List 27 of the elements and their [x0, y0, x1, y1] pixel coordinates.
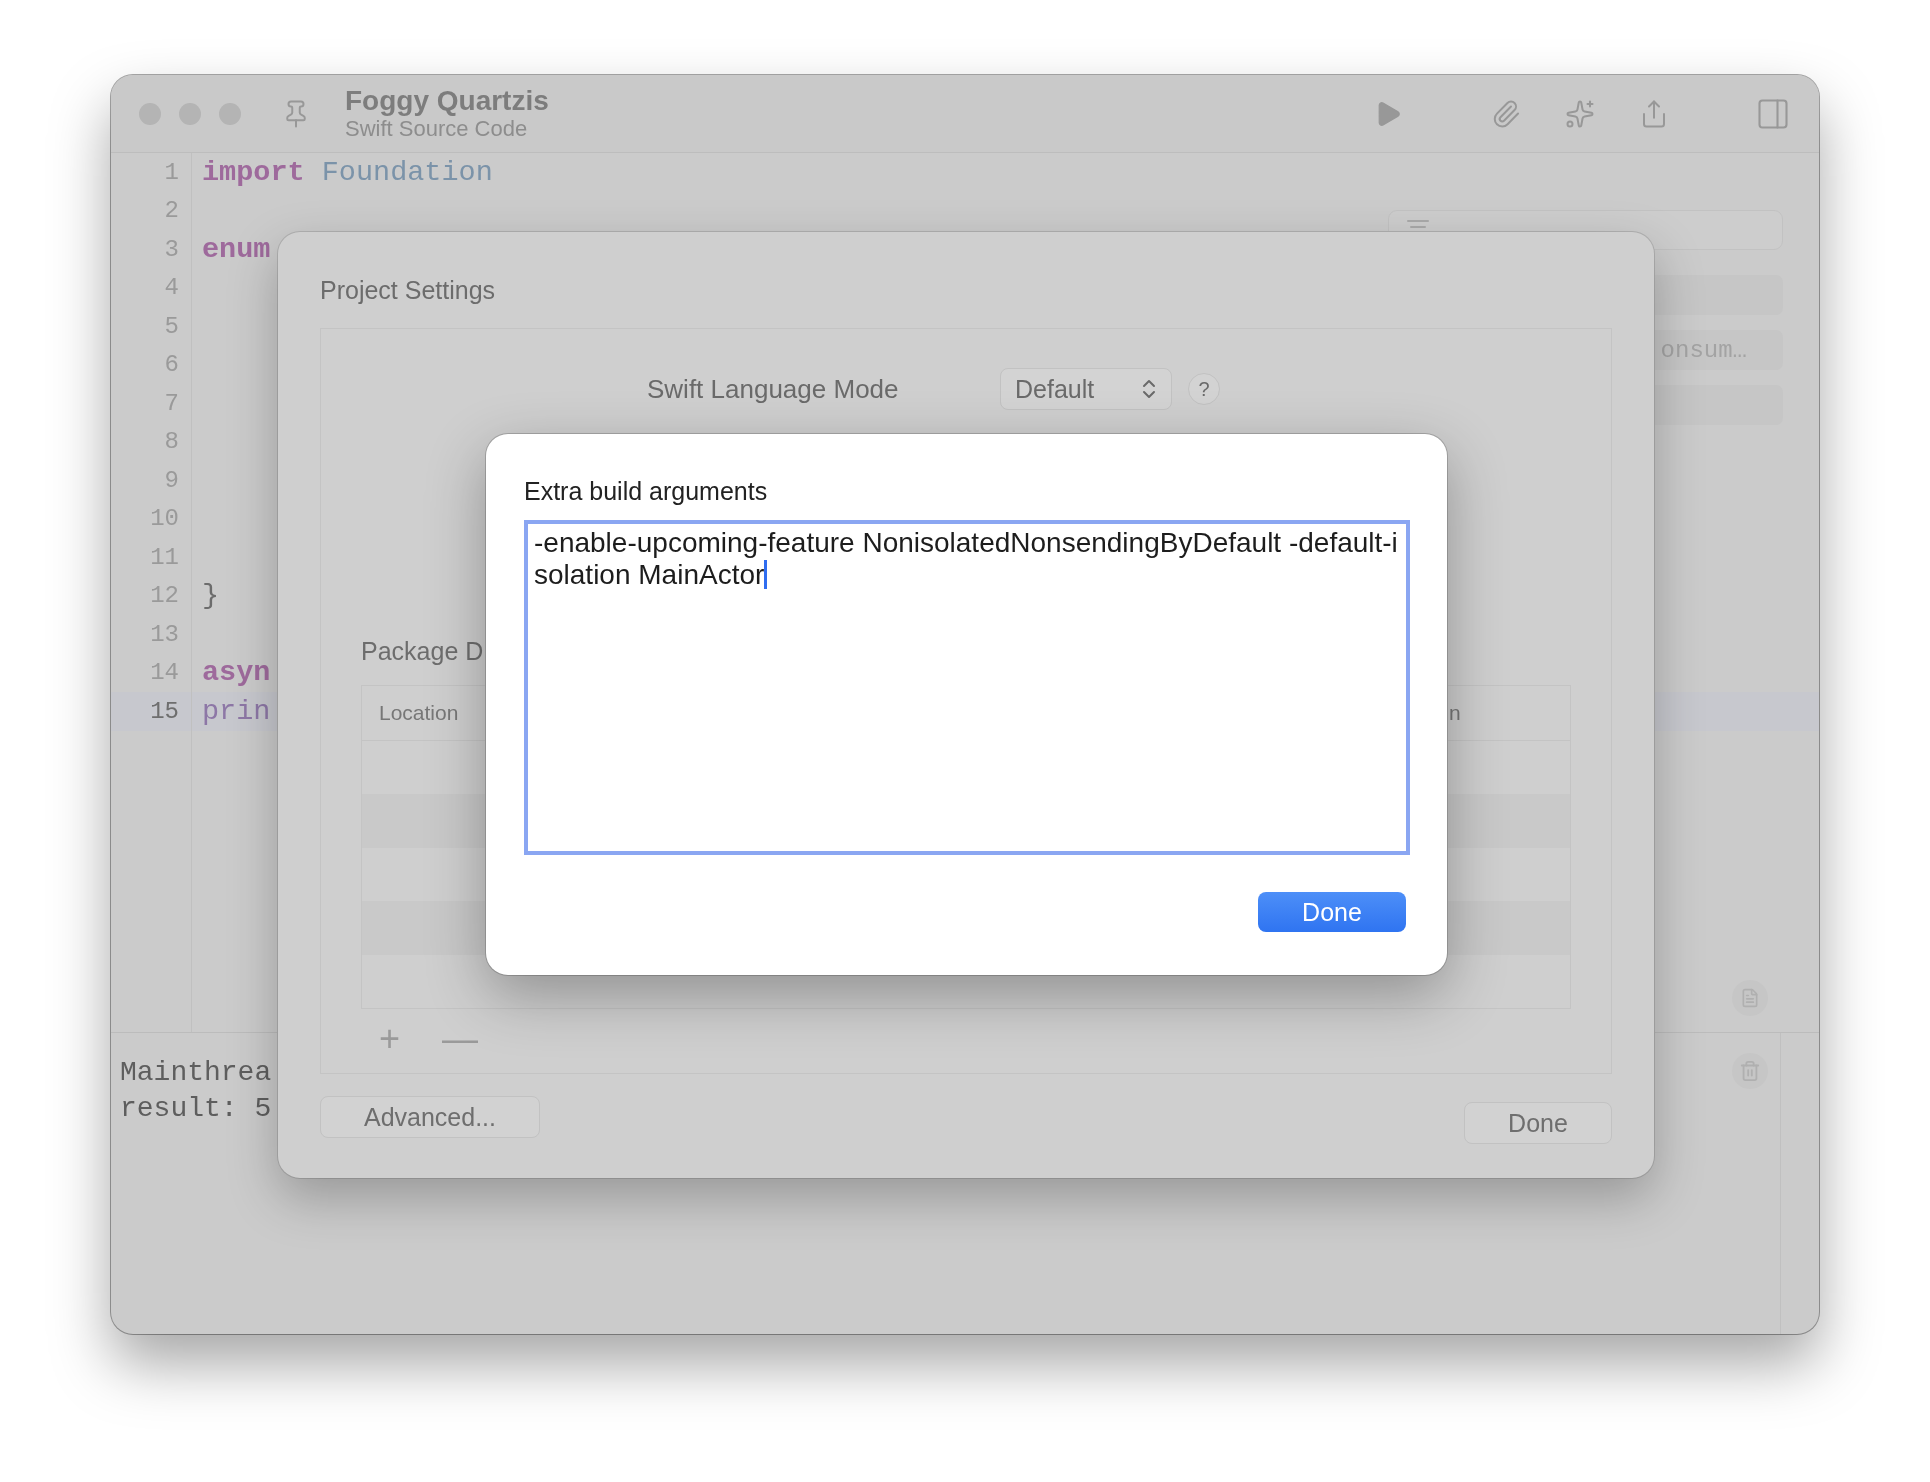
document-icon[interactable] — [1732, 980, 1768, 1016]
code-line: asyn — [202, 656, 271, 690]
arguments-field[interactable]: -enable-upcoming-feature NonisolatedNonsendingByDefault -default-isolation MainActor — [524, 520, 1410, 855]
paperclip-icon[interactable] — [1491, 98, 1521, 129]
console-line: result: 5 — [120, 1092, 272, 1126]
mode-popup[interactable]: Default — [1000, 368, 1172, 410]
column-header: n — [1449, 701, 1462, 725]
window-title: Foggy Quartzis — [345, 85, 549, 116]
help-button[interactable]: ? — [1188, 373, 1220, 405]
column-header: Location — [379, 701, 460, 725]
done-button[interactable]: Done — [1258, 892, 1406, 932]
dialog-title: Extra build arguments — [524, 477, 769, 507]
code-line: import Foundation — [202, 155, 493, 189]
done-button[interactable]: Done — [1464, 1102, 1612, 1144]
line-number: 15 — [149, 697, 179, 725]
console-line: Mainthrea — [120, 1056, 272, 1090]
trash-icon[interactable] — [1732, 1053, 1768, 1089]
sheet-title: Project Settings — [320, 276, 497, 306]
sparkles-icon[interactable] — [1565, 98, 1595, 129]
code-line: } — [202, 579, 220, 613]
code-line: enum — [202, 232, 271, 266]
advanced-button[interactable]: Advanced... — [320, 1096, 540, 1138]
window-subtitle: Swift Source Code — [345, 115, 528, 142]
setting-label: Swift Language Mode — [647, 373, 900, 405]
text-caret — [764, 560, 768, 589]
section-heading: Package D — [361, 637, 485, 667]
code-line: prin — [202, 694, 271, 728]
